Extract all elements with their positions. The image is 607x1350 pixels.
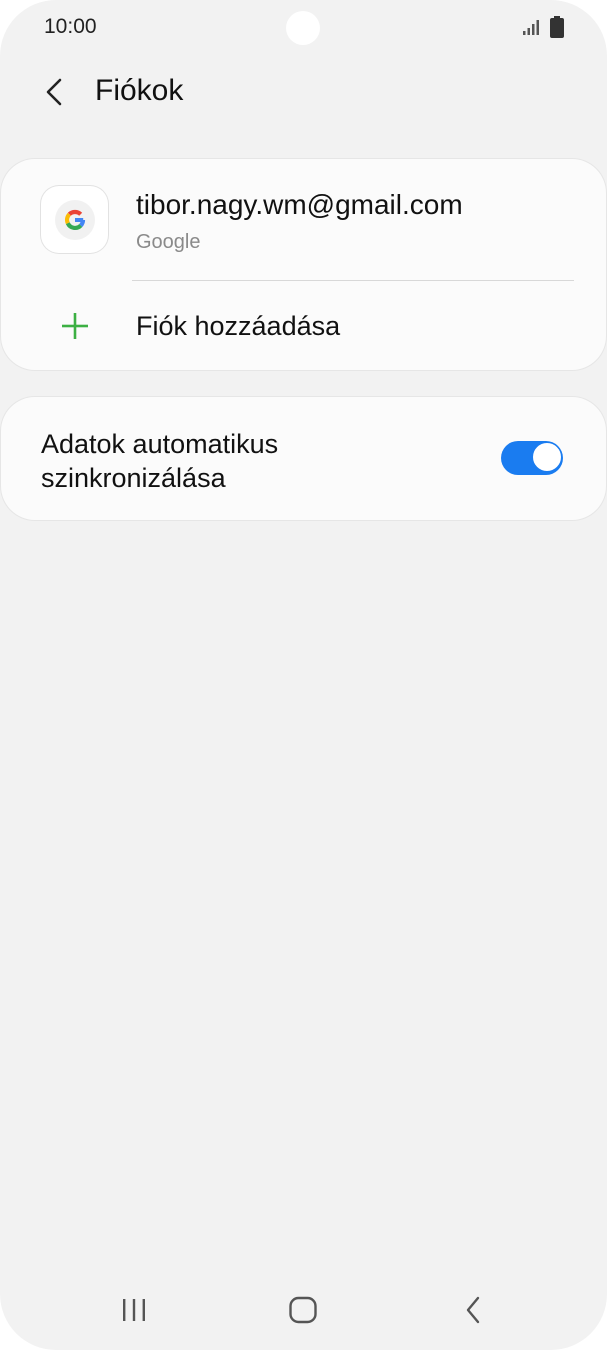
signal-icon — [523, 20, 539, 35]
status-bar: 10:00 — [0, 0, 607, 56]
account-email: tibor.nagy.wm@gmail.com — [136, 189, 463, 220]
add-account-button[interactable]: Fiók hozzáadása — [1, 281, 606, 370]
plus-icon — [62, 313, 88, 339]
google-g-icon — [54, 199, 95, 240]
page-title: Fiókok — [95, 74, 184, 107]
home-button[interactable] — [273, 1280, 333, 1340]
auto-sync-toggle[interactable] — [501, 441, 563, 475]
navigation-bar — [0, 1270, 607, 1350]
chevron-left-icon — [46, 78, 62, 106]
status-time: 10:00 — [44, 15, 97, 38]
recent-apps-icon — [123, 1299, 145, 1321]
account-item-google[interactable]: tibor.nagy.wm@gmail.com Google — [1, 159, 606, 280]
auto-sync-card[interactable]: Adatok automatikus szinkronizálása — [1, 397, 606, 520]
front-camera-cutout — [286, 11, 320, 45]
accounts-card: tibor.nagy.wm@gmail.com Google Fiók hozz… — [1, 159, 606, 370]
app-bar: Fiókok — [0, 62, 607, 122]
home-icon — [289, 1296, 317, 1324]
auto-sync-label: Adatok automatikus szinkronizálása — [41, 429, 279, 493]
nav-back-button[interactable] — [443, 1280, 503, 1340]
account-type: Google — [136, 231, 201, 253]
back-arrow-icon — [466, 1296, 480, 1324]
toggle-knob — [532, 442, 562, 472]
battery-icon — [550, 16, 564, 38]
back-button[interactable] — [28, 66, 80, 118]
add-account-label: Fiók hozzáadása — [136, 311, 341, 341]
recent-apps-button[interactable] — [104, 1280, 164, 1340]
phone-screen: 10:00 Fiókok tibor.nagy.wm@gmail.com Goo… — [0, 0, 607, 1350]
google-logo-icon — [41, 186, 108, 253]
